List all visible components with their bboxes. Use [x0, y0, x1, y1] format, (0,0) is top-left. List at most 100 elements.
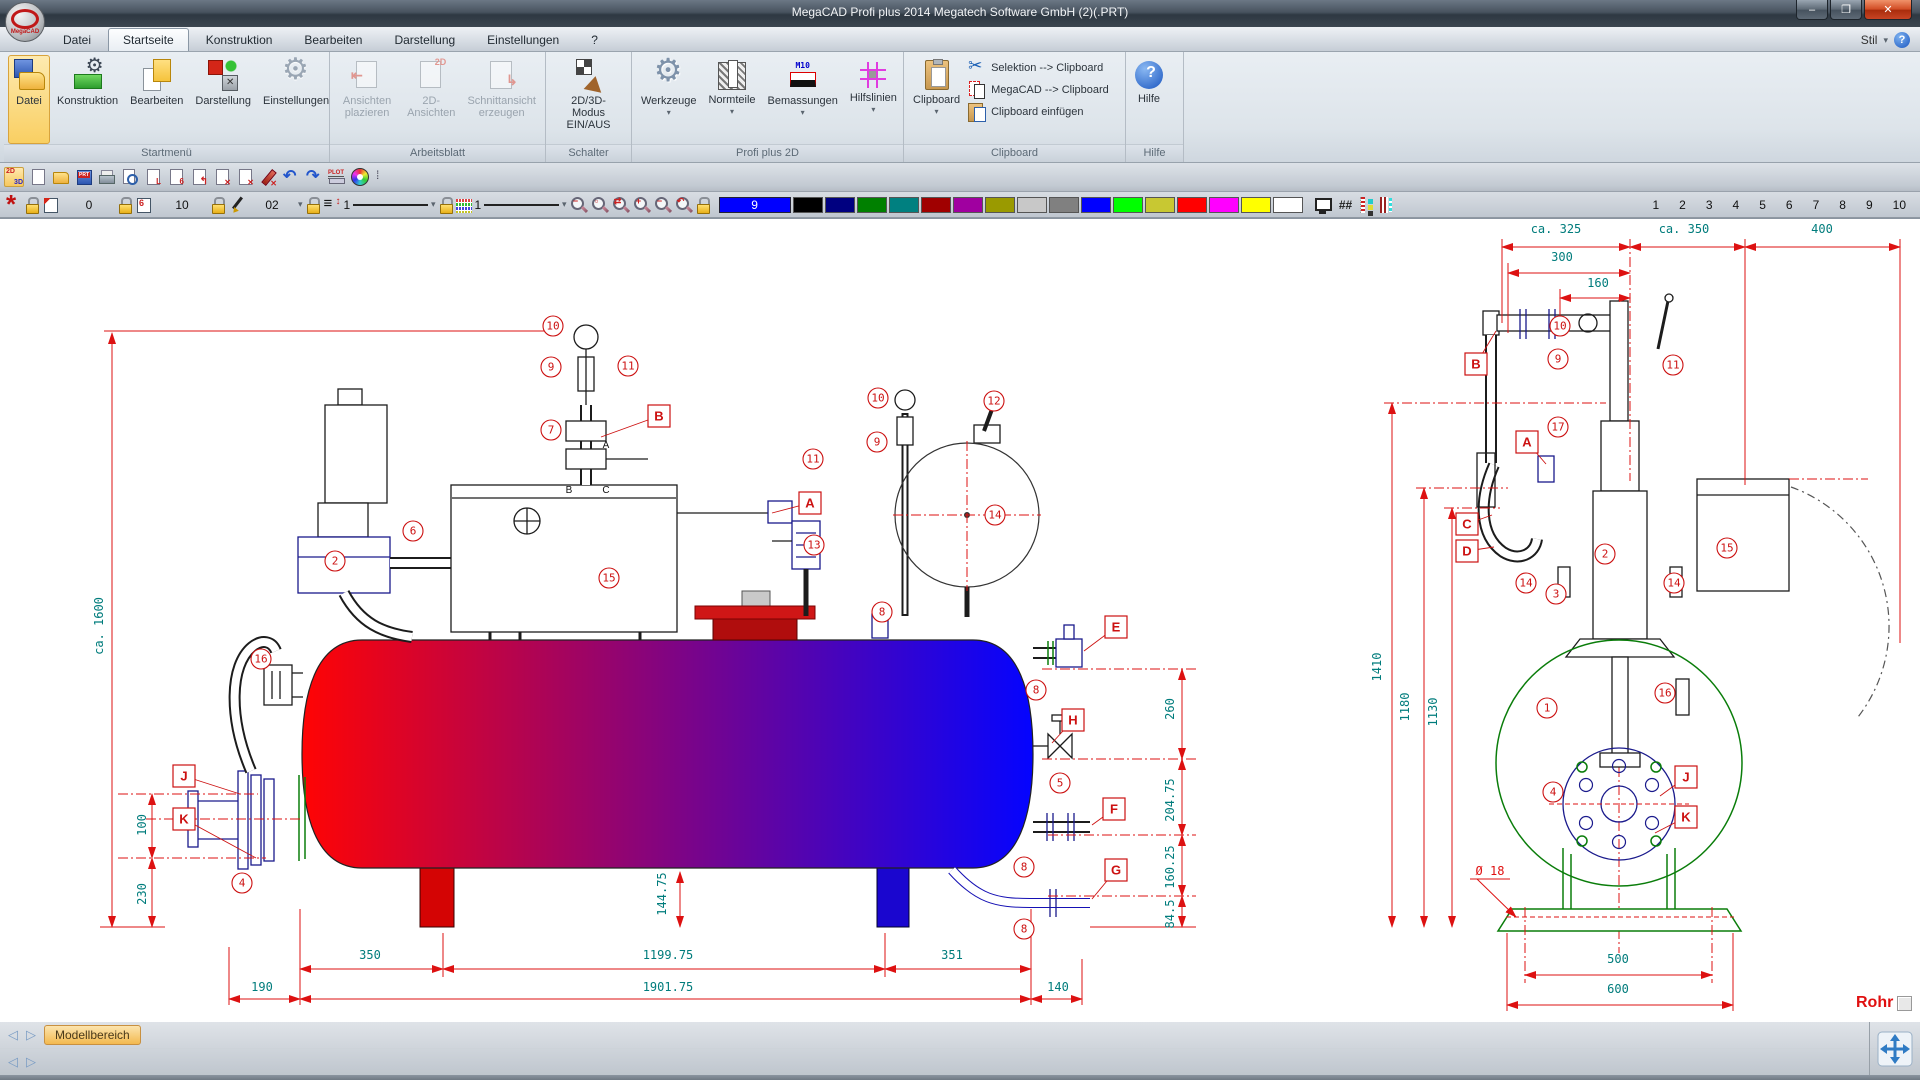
number-button-7[interactable]: 7	[1813, 198, 1820, 212]
hilfslinien-caret-icon[interactable]: ▾	[871, 105, 875, 114]
tab-nav2-right-icon[interactable]: ▷	[26, 1054, 36, 1070]
print-preview-icon[interactable]	[121, 168, 139, 186]
color-swatch-5[interactable]	[952, 196, 983, 213]
color-swatch-1[interactable]	[824, 196, 855, 213]
zoom-previous-icon[interactable]: ↶	[675, 196, 693, 214]
number-button-3[interactable]: 3	[1706, 198, 1713, 212]
layer-icon-a[interactable]	[42, 196, 60, 214]
menu-tab-startseite[interactable]: Startseite	[108, 28, 189, 51]
toolbar-overflow-icon[interactable]	[374, 168, 384, 186]
konstruktion-button[interactable]: Konstruktion	[52, 53, 123, 144]
tab-nav-right-icon[interactable]: ▷	[26, 1027, 36, 1043]
color-swatch-13[interactable]	[1208, 196, 1239, 213]
zoom-out-icon[interactable]: −	[570, 196, 588, 214]
layer-b-value[interactable]: 10	[156, 198, 208, 212]
menu-tab-konstruktion[interactable]: Konstruktion	[191, 28, 288, 51]
linewidth-icon[interactable]	[455, 198, 472, 213]
selected-color-swatch[interactable]: 9	[718, 196, 791, 213]
layer-icon-b[interactable]	[135, 196, 153, 214]
pen-caret-icon[interactable]: ▾	[298, 199, 303, 210]
clipboard-einfuegen-item[interactable]: Clipboard einfügen	[967, 101, 1109, 123]
hatch-pattern-icon[interactable]	[1359, 196, 1375, 213]
color-swatch-12[interactable]	[1176, 196, 1207, 213]
pen-icon[interactable]	[228, 196, 246, 214]
color-wheel-icon[interactable]	[351, 168, 369, 186]
import-export-icon[interactable]	[190, 168, 208, 187]
tab-nav-left-icon[interactable]: ◁	[8, 1027, 18, 1043]
number-button-8[interactable]: 8	[1839, 198, 1846, 212]
werkzeuge-button[interactable]: Werkzeuge ▾	[636, 51, 701, 144]
einstellungen-button[interactable]: Einstellungen	[258, 52, 334, 144]
number-button-4[interactable]: 4	[1733, 198, 1740, 212]
hilfe-button[interactable]: Hilfe	[1130, 55, 1168, 144]
help-icon[interactable]: ?	[1894, 32, 1910, 48]
zoom-window-icon[interactable]: ▫	[591, 196, 609, 214]
menu-tab-bearbeiten[interactable]: Bearbeiten	[289, 28, 377, 51]
clipboard-button[interactable]: Clipboard ▾	[908, 55, 965, 144]
color-swatch-6[interactable]	[984, 196, 1015, 213]
hilfslinien-button[interactable]: Hilfslinien ▾	[845, 55, 902, 144]
pen-value[interactable]: 02	[249, 198, 295, 212]
datei-button[interactable]: Datei	[8, 55, 50, 144]
pan-icon[interactable]	[1877, 1031, 1913, 1067]
bemassungen-button[interactable]: Bemassungen ▾	[763, 55, 843, 144]
lock-icon-2[interactable]	[118, 196, 132, 214]
color-swatch-15[interactable]	[1272, 196, 1303, 213]
minimize-button[interactable]: –	[1796, 0, 1828, 20]
color-swatch-11[interactable]	[1144, 196, 1175, 213]
bearbeiten-button[interactable]: Bearbeiten	[125, 55, 188, 144]
menu-tab-datei[interactable]: Datei	[48, 28, 106, 51]
toggle-2d3d-icon[interactable]	[4, 167, 24, 187]
print-icon[interactable]	[98, 168, 116, 186]
selection-star-icon[interactable]	[4, 195, 22, 214]
save-prt-icon[interactable]	[75, 168, 93, 186]
megacad-logo-icon[interactable]: MegaCAD	[5, 2, 45, 42]
undo-icon[interactable]	[282, 166, 300, 186]
number-button-5[interactable]: 5	[1759, 198, 1766, 212]
normteile-button[interactable]: Normteile ▾	[703, 55, 760, 144]
lock-icon-6[interactable]	[696, 196, 710, 214]
selektion-clipboard-item[interactable]: Selektion --> Clipboard	[967, 56, 1109, 79]
tab-nav2-left-icon[interactable]: ◁	[8, 1054, 18, 1070]
number-button-1[interactable]: 1	[1652, 198, 1659, 212]
menu-tab-[interactable]: ?	[576, 28, 613, 51]
werkzeuge-caret-icon[interactable]: ▾	[667, 108, 671, 117]
color-swatch-14[interactable]	[1240, 196, 1271, 213]
clipboard-caret-icon[interactable]: ▾	[935, 107, 939, 116]
model-space-tab[interactable]: Modellbereich	[44, 1025, 141, 1045]
corner-button[interactable]	[1897, 995, 1913, 1011]
color-swatch-2[interactable]	[856, 196, 887, 213]
open-file-icon[interactable]	[52, 168, 70, 186]
close-button[interactable]: ✕	[1864, 0, 1912, 20]
zoom-in-icon[interactable]: +	[633, 196, 651, 214]
screen-colors-icon[interactable]	[1314, 196, 1332, 214]
lock-icon-4[interactable]	[306, 196, 320, 214]
line-pattern-icon[interactable]	[1377, 196, 1392, 213]
drawing-canvas[interactable]: ca. 1600 100 230 350 1199.75 351 190 1901.75 140…	[0, 218, 1920, 1035]
number-button-6[interactable]: 6	[1786, 198, 1793, 212]
hatch-number-icon[interactable]: ##	[1335, 196, 1357, 214]
linetype-icon[interactable]	[323, 195, 341, 214]
menu-tab-einstellungen[interactable]: Einstellungen	[472, 28, 574, 51]
redo-icon[interactable]	[305, 166, 323, 186]
color-swatch-7[interactable]	[1016, 196, 1047, 213]
color-swatch-9[interactable]	[1080, 196, 1111, 213]
color-swatch-0[interactable]	[792, 196, 823, 213]
zoom-fit-icon[interactable]: ⇄	[612, 196, 630, 214]
number-button-10[interactable]: 10	[1893, 198, 1906, 212]
restore-button[interactable]: ❐	[1830, 0, 1862, 20]
2d-ansichten-button[interactable]: 2D-Ansichten	[402, 55, 460, 144]
plot-icon[interactable]	[328, 168, 346, 186]
menu-tab-darstellung[interactable]: Darstellung	[379, 28, 470, 51]
color-swatch-3[interactable]	[888, 196, 919, 213]
zoom-minus-icon[interactable]: −	[654, 196, 672, 214]
new-file-icon[interactable]	[29, 168, 47, 186]
bemassungen-caret-icon[interactable]: ▾	[801, 108, 805, 117]
lock-icon-1[interactable]	[25, 196, 39, 214]
linetype-combo[interactable]: 1 ▾	[344, 196, 436, 214]
normteile-caret-icon[interactable]: ▾	[730, 107, 734, 116]
number-button-2[interactable]: 2	[1679, 198, 1686, 212]
window-select2-icon[interactable]	[236, 168, 254, 187]
megacad-clipboard-item[interactable]: MegaCAD --> Clipboard	[967, 79, 1109, 101]
window-select-icon[interactable]	[213, 168, 231, 187]
